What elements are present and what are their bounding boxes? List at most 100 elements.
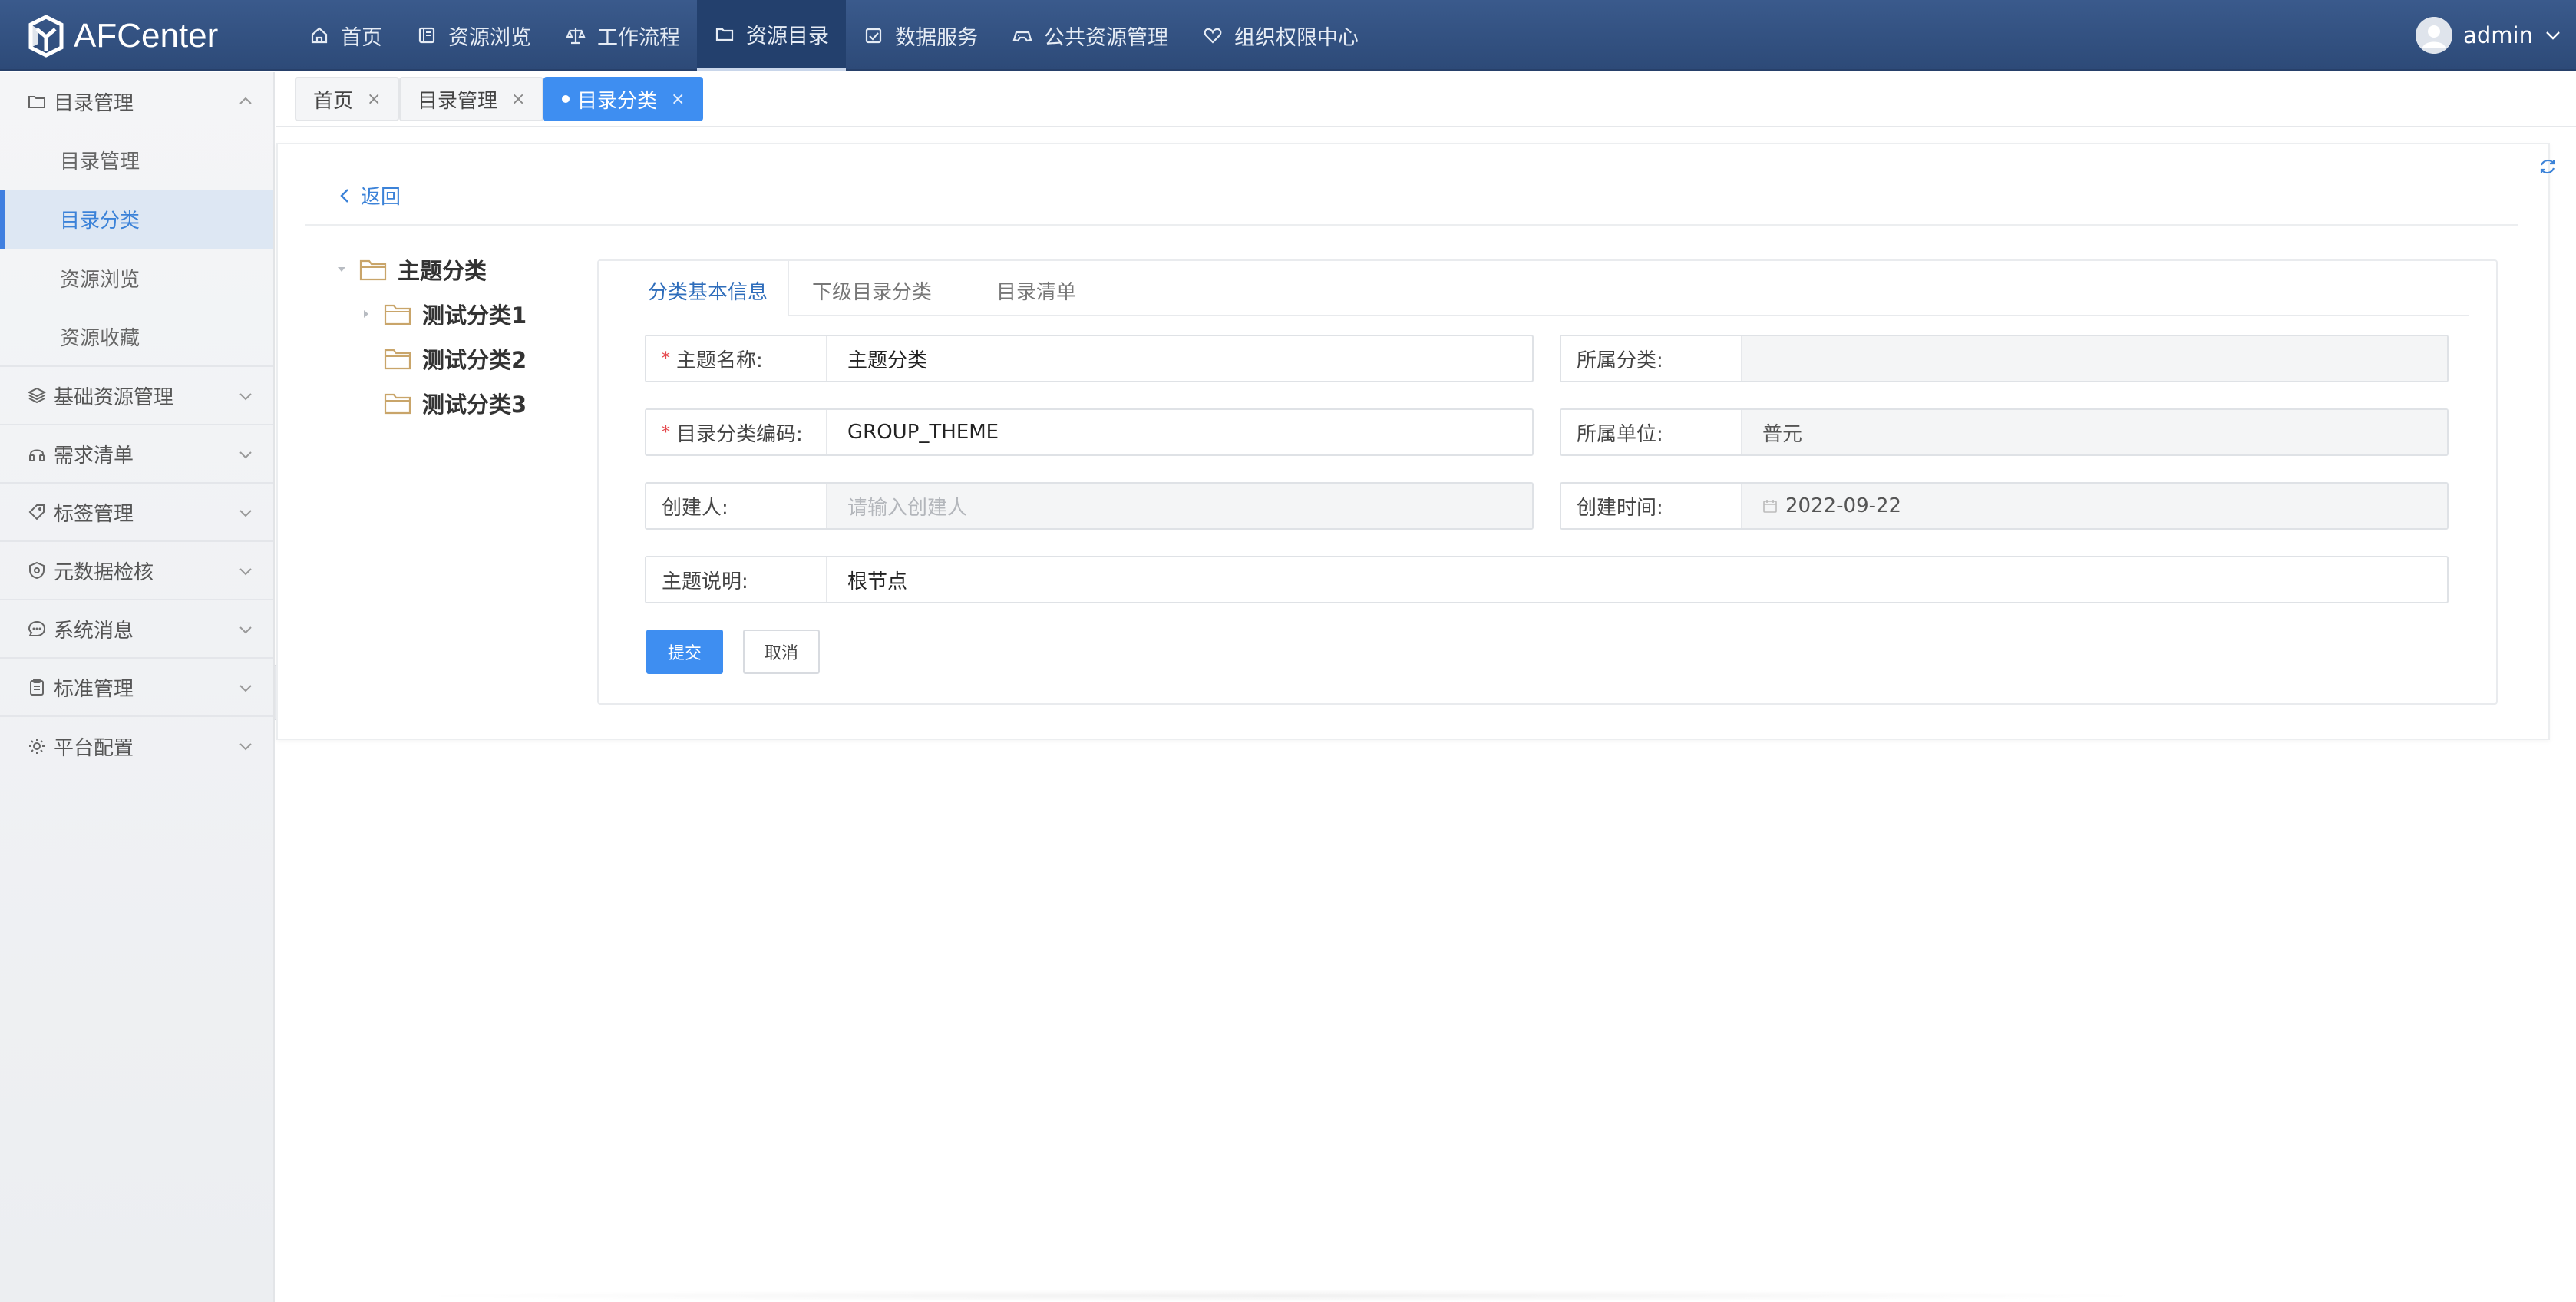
tree-node[interactable]: 测试分类1 xyxy=(359,298,527,330)
page-tab-label: 目录管理 xyxy=(418,89,498,113)
logo[interactable]: AFCenter xyxy=(26,14,218,58)
caret-right-icon[interactable] xyxy=(359,307,373,321)
bottom-shadow xyxy=(399,1290,2165,1302)
tree-node-root[interactable]: 主题分类 xyxy=(335,253,487,286)
sidebar-group-system-messages[interactable]: 系统消息 xyxy=(0,600,273,659)
sidebar-group-label: 标签管理 xyxy=(54,502,134,526)
nav-item-resource-catalog[interactable]: 资源目录 xyxy=(697,0,846,71)
sidebar-group-label: 系统消息 xyxy=(54,619,134,643)
folder-icon xyxy=(384,349,411,370)
nav-label: 资源目录 xyxy=(746,24,829,48)
sidebar-group-metadata-check[interactable]: 元数据检核 xyxy=(0,542,273,600)
back-link[interactable]: 返回 xyxy=(336,181,401,210)
chevron-down-icon xyxy=(2546,31,2560,40)
sidebar-item-label: 资源浏览 xyxy=(60,269,140,292)
nav-label: 首页 xyxy=(341,25,382,50)
chevron-down-icon xyxy=(239,568,252,576)
sidebar-item-catalog-category[interactable]: 目录分类 xyxy=(0,190,273,249)
nav-item-org-permission[interactable]: 组织权限中心 xyxy=(1185,0,1376,71)
cancel-button[interactable]: 取消 xyxy=(743,630,820,674)
nav-label: 公共资源管理 xyxy=(1044,25,1168,50)
tree-node-label: 测试分类3 xyxy=(422,392,527,418)
calendar-icon xyxy=(1763,500,1777,513)
avatar xyxy=(2416,17,2453,54)
sidebar-item-label: 目录分类 xyxy=(60,210,140,233)
nav-item-resource-browse[interactable]: 资源浏览 xyxy=(399,0,548,71)
chevron-down-icon xyxy=(239,685,252,692)
description-field: 主题说明: 根节点 xyxy=(645,556,2449,603)
parent-category-field: 所属分类: xyxy=(1560,335,2449,382)
chat-icon xyxy=(28,620,46,636)
sidebar: 目录管理 目录管理 目录分类 资源浏览 资源收藏 基础资源管理 需求清单 标签管… xyxy=(0,72,275,1302)
category-code-input[interactable]: GROUP_THEME xyxy=(827,410,1532,454)
parent-category-label: 所属分类: xyxy=(1561,336,1742,381)
sidebar-group-tags[interactable]: 标签管理 xyxy=(0,484,273,542)
nav-item-public-resource[interactable]: 公共资源管理 xyxy=(995,0,1185,71)
sidebar-item-label: 资源收藏 xyxy=(60,327,140,350)
layers-icon xyxy=(27,387,47,404)
tab-sub-categories[interactable]: 下级目录分类 xyxy=(812,276,932,305)
creator-label: 创建人: xyxy=(646,484,827,528)
scale-icon xyxy=(566,28,586,45)
tree-node[interactable]: 测试分类3 xyxy=(384,387,527,419)
sidebar-group-catalog-management[interactable]: 目录管理 xyxy=(0,72,273,131)
calendar-check-icon xyxy=(865,28,882,44)
sidebar-group-basic-resource[interactable]: 基础资源管理 xyxy=(0,367,273,425)
page-tab-label: 首页 xyxy=(313,89,354,113)
top-bar: AFCenter 首页 资源浏览 工作流程 资源目录 数据服务 公共资源管理 组… xyxy=(0,0,2576,71)
theme-name-field: * 主题名称: 主题分类 xyxy=(645,335,1534,382)
page-tab-catalog-category[interactable]: 目录分类 × xyxy=(543,77,704,121)
creator-input[interactable]: 请输入创建人 xyxy=(827,484,1532,528)
sidebar-group-requirements[interactable]: 需求清单 xyxy=(0,425,273,484)
gear-icon xyxy=(29,739,45,754)
heart-icon xyxy=(1204,28,1222,44)
user-menu[interactable]: admin xyxy=(2416,17,2562,54)
caret-down-icon[interactable] xyxy=(335,263,348,276)
tree-node[interactable]: 测试分类2 xyxy=(384,342,527,375)
active-dot xyxy=(562,95,570,103)
tab-basic-info[interactable]: 分类基本信息 xyxy=(648,276,768,305)
chevron-left-icon xyxy=(340,188,348,203)
description-label: 主题说明: xyxy=(646,557,827,602)
folder-icon xyxy=(384,304,411,326)
book-icon xyxy=(418,27,435,44)
page-tab-catalog-management[interactable]: 目录管理 × xyxy=(399,77,544,121)
tree-node-label: 测试分类1 xyxy=(422,302,527,329)
field-label: 主题名称: xyxy=(676,349,763,372)
sidebar-item-catalog-management[interactable]: 目录管理 xyxy=(0,131,273,190)
sidebar-item-resource-favorites[interactable]: 资源收藏 xyxy=(0,308,273,367)
theme-name-input[interactable]: 主题分类 xyxy=(827,336,1532,381)
page-tab-label: 目录分类 xyxy=(577,89,658,113)
created-time-input[interactable]: 2022-09-22 xyxy=(1742,484,2447,528)
tab-catalog-list[interactable]: 目录清单 xyxy=(996,276,1076,305)
chevron-down-icon xyxy=(239,393,252,401)
page-tab-home[interactable]: 首页 × xyxy=(295,77,400,121)
sidebar-group-platform-config[interactable]: 平台配置 xyxy=(0,717,273,775)
description-input[interactable]: 根节点 xyxy=(827,557,2447,602)
chevron-down-icon xyxy=(239,451,252,459)
folder-icon xyxy=(359,259,387,281)
refresh-icon[interactable] xyxy=(2538,157,2558,177)
tag-icon xyxy=(28,504,45,520)
chevron-down-icon xyxy=(239,743,252,751)
submit-button[interactable]: 提交 xyxy=(646,630,723,674)
sidebar-group-standards[interactable]: 标准管理 xyxy=(0,659,273,717)
unit-input: 普元 xyxy=(1742,410,2447,454)
close-icon[interactable]: × xyxy=(671,90,685,109)
chevron-down-icon xyxy=(239,626,252,634)
nav-item-workflow[interactable]: 工作流程 xyxy=(548,0,697,71)
nav-label: 资源浏览 xyxy=(448,25,531,50)
sidebar-item-resource-browse[interactable]: 资源浏览 xyxy=(0,249,273,308)
nav-item-home[interactable]: 首页 xyxy=(292,0,399,71)
folder-icon xyxy=(715,28,734,41)
nav-item-data-service[interactable]: 数据服务 xyxy=(846,0,995,71)
back-label: 返回 xyxy=(361,186,401,209)
close-icon[interactable]: × xyxy=(367,90,381,109)
theme-name-label: * 主题名称: xyxy=(646,336,827,381)
nav-label: 数据服务 xyxy=(895,25,978,50)
shield-icon xyxy=(29,561,45,580)
close-icon[interactable]: × xyxy=(511,90,525,109)
category-code-label: * 目录分类编码: xyxy=(646,410,827,454)
tab-separator xyxy=(788,261,789,316)
app-name: AFCenter xyxy=(74,17,219,55)
